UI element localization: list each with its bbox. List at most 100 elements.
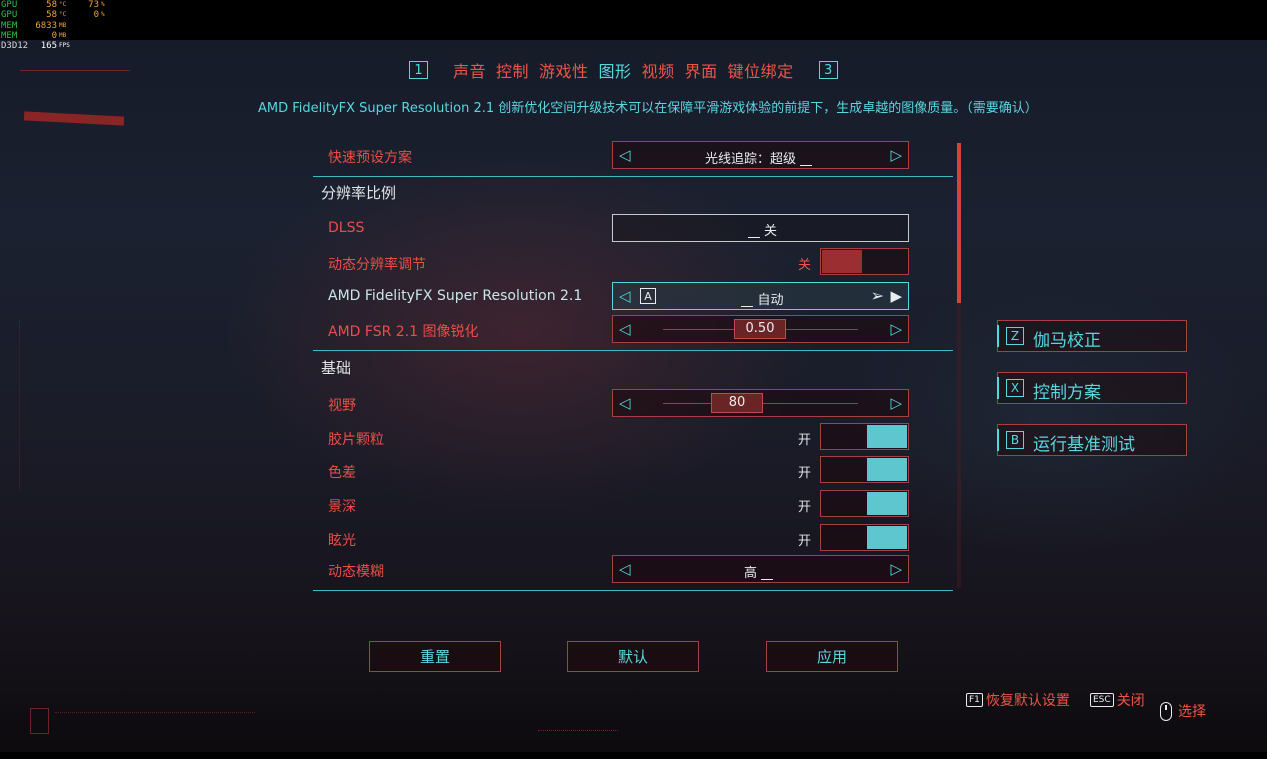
overlay-row: MEM 6833 MB	[1, 21, 111, 31]
bottom-black-bar	[0, 752, 1267, 759]
close-hint[interactable]: ESC 关闭	[1090, 690, 1145, 710]
button-label: 伽马校正	[1033, 331, 1101, 351]
tab-sound[interactable]: 声音	[453, 58, 486, 82]
toggle-knob	[867, 492, 907, 515]
toggle-state: 开	[797, 534, 811, 549]
selector-value-text: 光线追踪：超级	[704, 152, 796, 167]
setting-row-dlss[interactable]: DLSS 关	[313, 214, 953, 244]
prev-tab-key[interactable]: 1	[409, 61, 428, 79]
settings-scrollbar[interactable]	[957, 143, 961, 588]
setting-row-lens-flare[interactable]: 眩光 开	[313, 524, 953, 554]
selector-value-text: 关	[763, 224, 777, 239]
section-divider	[313, 590, 953, 591]
section-heading-basic: 基础	[321, 359, 352, 377]
setting-row-chromatic-aberration[interactable]: 色差 开	[313, 456, 953, 486]
key-hint: Z	[1006, 327, 1024, 345]
reset-button[interactable]: 重置	[369, 641, 501, 672]
tab-bar: 1 声音 控制 游戏性 图形 视频 界面 键位绑定 3	[409, 57, 838, 83]
gamma-correction-button[interactable]: Z 伽马校正	[997, 320, 1187, 352]
section-divider	[313, 350, 953, 351]
setting-description: AMD FidelityFX Super Resolution 2.1 创新优化…	[258, 101, 1038, 116]
selector-value: 关	[613, 220, 908, 239]
tab-graphics[interactable]: 图形	[599, 58, 632, 82]
run-benchmark-button[interactable]: B 运行基准测试	[997, 424, 1187, 456]
overlay-unit: MB	[59, 31, 67, 39]
overlay-unit: FPS	[59, 42, 70, 50]
toggle-state: 开	[797, 433, 811, 448]
slider-thumb[interactable]: 0.50	[734, 319, 786, 339]
decorative-vertical-text	[19, 320, 28, 490]
setting-row-fsr-sharpening[interactable]: AMD FSR 2.1 图像锐化 ◁ 0.50 ▷	[313, 315, 953, 345]
setting-label: 眩光	[328, 533, 356, 549]
setting-row-motion-blur[interactable]: 动态模糊 ◁ 高 ▷	[313, 555, 953, 585]
toggle-knob	[867, 425, 907, 448]
setting-row-dynamic-resolution[interactable]: 动态分辨率调节 关	[313, 248, 953, 278]
button-label: 控制方案	[1033, 383, 1101, 403]
film-grain-toggle[interactable]	[820, 423, 909, 450]
section-heading-resolution: 分辨率比例	[321, 184, 397, 202]
default-button[interactable]: 默认	[567, 641, 699, 672]
tab-interface[interactable]: 界面	[685, 58, 718, 82]
arrow-right-icon[interactable]: ▷	[890, 560, 902, 578]
tab-gameplay[interactable]: 游戏性	[539, 58, 589, 82]
key-hint: X	[1006, 379, 1024, 397]
toggle-knob	[867, 526, 907, 549]
tab-controls[interactable]: 控制	[496, 58, 529, 82]
decorative-center-marker	[538, 730, 618, 733]
next-tab-key[interactable]: 3	[818, 61, 838, 79]
overlay-unit: %	[101, 11, 105, 19]
dlss-selector[interactable]: 关	[612, 214, 909, 242]
overlay-key: GPU	[1, 0, 18, 10]
setting-row-fsr[interactable]: AMD FidelityFX Super Resolution 2.1 ◁ A …	[313, 282, 953, 312]
top-black-bar	[0, 0, 1267, 40]
control-scheme-button[interactable]: X 控制方案	[997, 372, 1187, 404]
fov-slider[interactable]: ◁ 80 ▷	[612, 389, 909, 417]
overlay-value: 58	[46, 10, 57, 21]
setting-label: 动态分辨率调节	[328, 257, 426, 273]
tab-keybindings[interactable]: 键位绑定	[728, 58, 794, 82]
game-settings-screen: GPU 58 °C 73 % GPU 58 °C 0 % MEM 6833 MB…	[0, 0, 1267, 759]
mouse-icon	[1160, 701, 1172, 721]
settings-panel: 快速预设方案 ◁ 光线追踪：超级 ▷ 分辨率比例 DLSS 关 动态分辨率调节 …	[313, 138, 953, 593]
fsr-sharpening-slider[interactable]: ◁ 0.50 ▷	[612, 315, 909, 343]
motion-blur-selector[interactable]: ◁ 高 ▷	[612, 555, 909, 583]
setting-label: 色差	[328, 465, 356, 481]
toggle-state: 关	[797, 258, 811, 273]
setting-row-film-grain[interactable]: 胶片颗粒 开	[313, 423, 953, 453]
overlay-row: GPU 58 °C 73 %	[1, 0, 111, 10]
arrow-left-icon[interactable]: ◁	[619, 320, 631, 338]
scrollbar-thumb[interactable]	[957, 143, 961, 303]
arrow-right-icon[interactable]: ▷	[890, 320, 902, 338]
decorative-red-strip	[23, 111, 125, 126]
arrow-right-icon[interactable]: ▷	[890, 394, 902, 412]
button-label: 运行基准测试	[1033, 435, 1135, 455]
arrow-right-icon[interactable]: ▷	[890, 146, 902, 164]
chromatic-aberration-toggle[interactable]	[820, 456, 909, 483]
apply-button[interactable]: 应用	[766, 641, 898, 672]
overlay-value: 165	[40, 41, 57, 52]
tab-video[interactable]: 视频	[642, 58, 675, 82]
selector-value-text: 高	[743, 566, 757, 581]
fsr-selector[interactable]: ◁ A 自动 ➢ ▶	[612, 282, 909, 310]
setting-label: 景深	[328, 499, 356, 515]
cursor-mark	[800, 165, 812, 166]
depth-of-field-toggle[interactable]	[820, 490, 909, 517]
arrow-left-icon[interactable]: ◁	[619, 394, 631, 412]
select-hint[interactable]: 选择	[1160, 701, 1206, 721]
arrow-right-filled-icon[interactable]: ▶	[890, 287, 902, 305]
overlay-unit: MB	[59, 21, 67, 29]
overlay-value: 0	[51, 30, 57, 41]
setting-label: AMD FidelityFX Super Resolution 2.1	[328, 288, 583, 304]
setting-row-fov[interactable]: 视野 ◁ 80 ▷	[313, 389, 953, 419]
dynamic-resolution-toggle[interactable]	[820, 248, 909, 275]
lens-flare-toggle[interactable]	[820, 524, 909, 551]
setting-row-depth-of-field[interactable]: 景深 开	[313, 490, 953, 520]
setting-row-quick-preset[interactable]: 快速预设方案 ◁ 光线追踪：超级 ▷	[313, 141, 953, 171]
setting-label: 快速预设方案	[328, 150, 412, 166]
selector-value: 自动	[613, 289, 908, 308]
slider-thumb[interactable]: 80	[711, 393, 763, 413]
quick-preset-selector[interactable]: ◁ 光线追踪：超级 ▷	[612, 141, 909, 169]
restore-defaults-hint[interactable]: F1 恢复默认设置	[966, 690, 1070, 710]
setting-label: AMD FSR 2.1 图像锐化	[328, 324, 479, 340]
section-divider	[313, 176, 953, 177]
